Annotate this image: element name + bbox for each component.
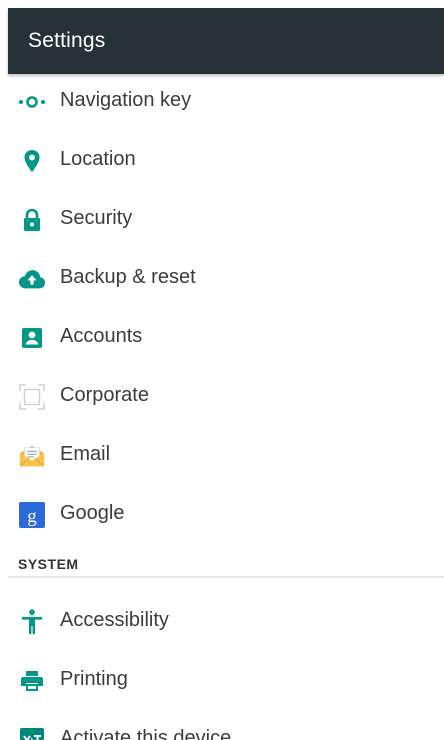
settings-screen: Settings Navigation key Location Securit… — [0, 0, 444, 740]
email-envelope-icon — [18, 442, 46, 470]
settings-item-label: Printing — [60, 668, 128, 690]
settings-item-label: Email — [60, 443, 111, 465]
settings-item-location[interactable]: Location — [0, 133, 444, 192]
account-box-icon — [18, 324, 46, 352]
settings-item-label: Activate this device — [60, 727, 232, 740]
navigation-key-icon — [18, 88, 46, 116]
settings-list: Navigation key Location Security Backup … — [0, 74, 444, 740]
settings-item-accessibility[interactable]: Accessibility — [0, 594, 444, 653]
section-divider — [8, 576, 444, 578]
settings-item-label: Accessibility — [60, 609, 169, 631]
section-title: SYSTEM — [18, 556, 79, 572]
accessibility-icon — [18, 608, 46, 636]
settings-item-label: Navigation key — [60, 89, 192, 111]
section-header-system: SYSTEM — [0, 546, 444, 594]
svg-text:g: g — [27, 506, 37, 527]
settings-item-label: Location — [60, 148, 136, 170]
app-bar: Settings — [8, 8, 444, 74]
cloud-upload-icon — [18, 265, 46, 293]
settings-item-label: Backup & reset — [60, 266, 196, 288]
settings-item-label: Accounts — [60, 325, 143, 347]
google-g-icon: g — [18, 501, 46, 529]
settings-item-activate-device[interactable]: Activate this device — [0, 712, 444, 740]
settings-item-label: Corporate — [60, 384, 149, 406]
lock-icon — [18, 206, 46, 234]
page-title: Settings — [28, 29, 106, 52]
settings-item-google[interactable]: g Google — [0, 487, 444, 546]
settings-item-navigation-key[interactable]: Navigation key — [0, 74, 444, 133]
activate-device-icon — [18, 726, 46, 740]
settings-item-label: Security — [60, 207, 133, 229]
settings-item-backup-reset[interactable]: Backup & reset — [0, 251, 444, 310]
settings-item-email[interactable]: Email — [0, 428, 444, 487]
location-pin-icon — [18, 147, 46, 175]
settings-item-printing[interactable]: Printing — [0, 653, 444, 712]
corporate-icon — [18, 383, 46, 411]
settings-item-label: Google — [60, 502, 125, 524]
settings-item-corporate[interactable]: Corporate — [0, 369, 444, 428]
printer-icon — [18, 667, 46, 695]
system-list: Accessibility Printing Activate this dev… — [0, 594, 444, 740]
settings-item-accounts[interactable]: Accounts — [0, 310, 444, 369]
settings-item-security[interactable]: Security — [0, 192, 444, 251]
